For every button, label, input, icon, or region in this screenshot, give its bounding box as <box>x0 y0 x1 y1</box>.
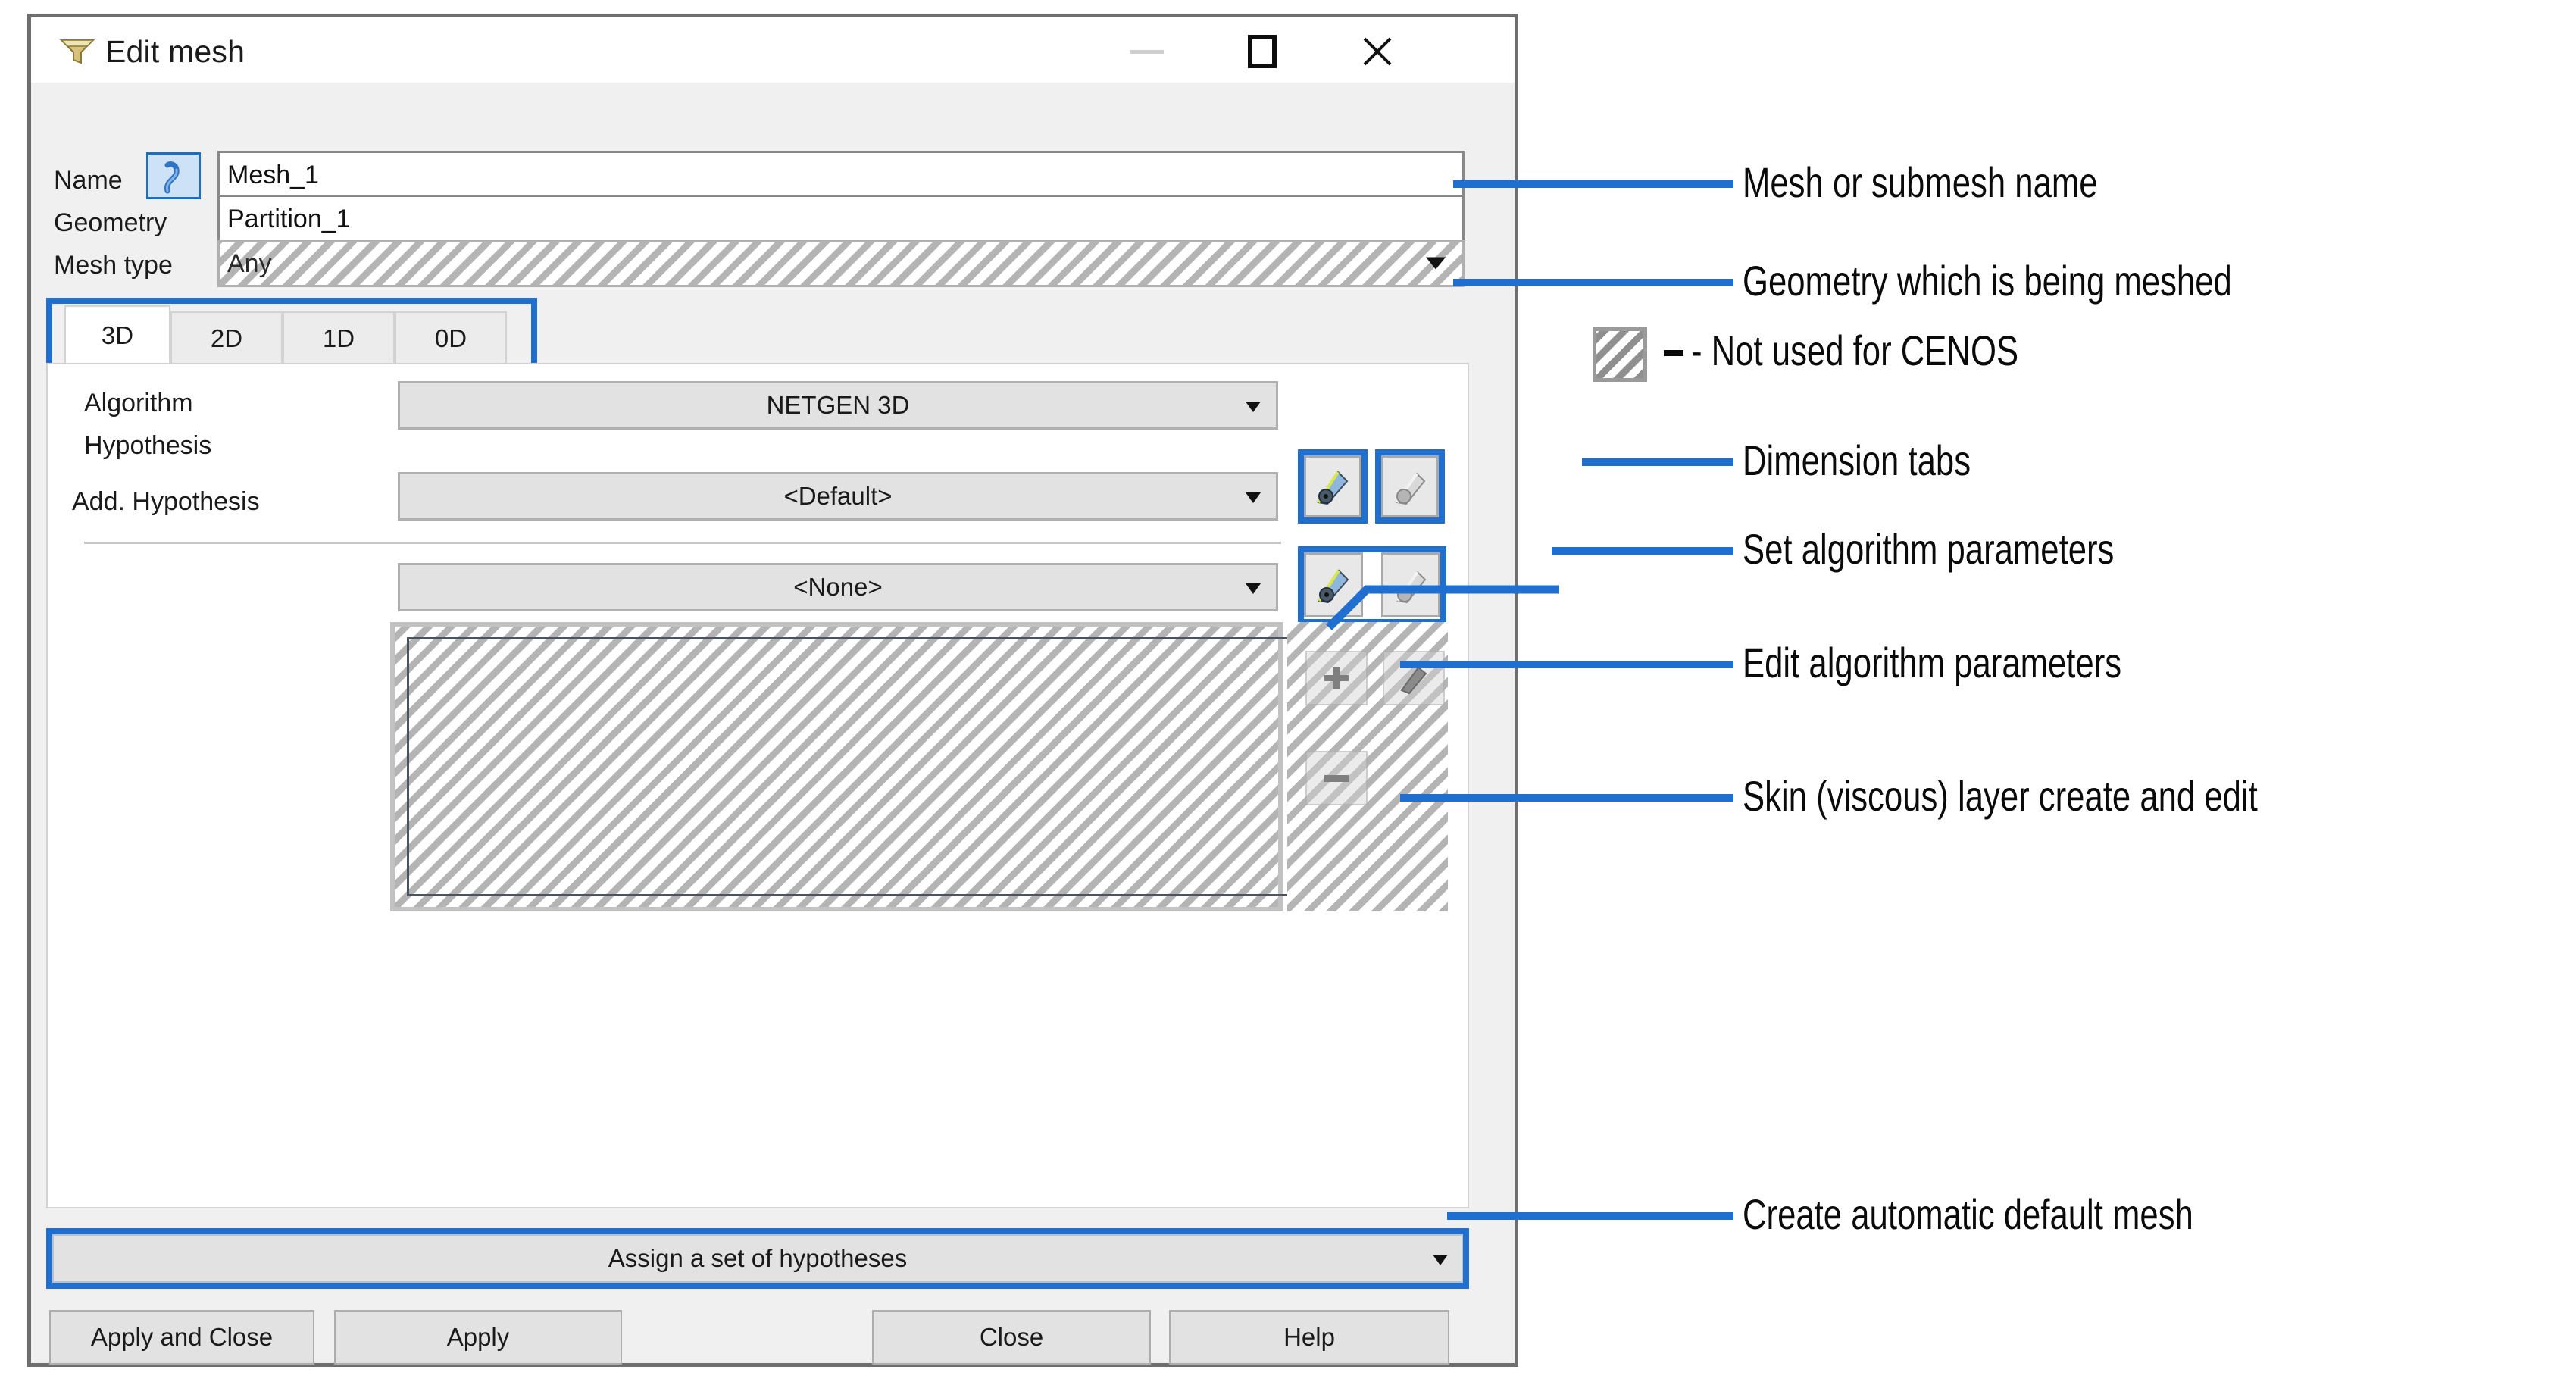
chevron-down-icon <box>1244 482 1262 511</box>
dialog-body: Name Mesh_1 Geometry Partition_1 Mesh ty… <box>31 83 1515 1365</box>
annotation-line-tabs <box>1582 458 1733 466</box>
tab-2d-label: 2D <box>210 324 243 352</box>
annotation-geometry: Geometry which is being meshed <box>1743 257 2232 305</box>
hypothesis-select[interactable]: <Default> <box>398 472 1278 521</box>
mesh-type-value: Any <box>227 249 272 278</box>
help-label: Help <box>1283 1323 1335 1351</box>
hypothesis-label: Hypothesis <box>84 431 212 460</box>
add-hypothesis-label: Add. Hypothesis <box>72 487 260 516</box>
panel-divider <box>84 542 1281 544</box>
tab-0d[interactable]: 0D <box>395 311 507 366</box>
close-label: Close <box>979 1323 1044 1351</box>
edit-algorithm-params-button[interactable] <box>1381 455 1439 517</box>
add-hypothesis-select[interactable]: <None> <box>398 563 1278 611</box>
skin-layer-edit-button[interactable] <box>1381 552 1440 617</box>
annotation-name: Mesh or submesh name <box>1743 158 2098 206</box>
plus-icon <box>1324 667 1349 689</box>
maximize-icon <box>1248 35 1277 68</box>
annotation-tabs: Dimension tabs <box>1743 436 1971 484</box>
tab-panel-3d: Algorithm NETGEN 3D Hypothesis <Default> <box>46 363 1469 1208</box>
name-label: Name <box>54 166 123 195</box>
annotation-line-skin-layer <box>1400 794 1733 802</box>
mesh-type-label: Mesh type <box>54 251 173 280</box>
skin-layer-create-button[interactable] <box>1304 552 1363 617</box>
annotation-set-params: Set algorithm parameters <box>1743 525 2115 573</box>
close-dialog-button[interactable]: Close <box>872 1310 1151 1365</box>
annotation-edit-params: Edit algorithm parameters <box>1743 639 2122 686</box>
annotation-line-edit-params <box>1400 661 1733 668</box>
minimize-button[interactable] <box>1107 33 1187 70</box>
chevron-down-icon <box>1424 249 1447 279</box>
annotation-line-set-params <box>1552 547 1733 555</box>
window-title: Edit mesh <box>105 34 245 69</box>
algorithm-select[interactable]: NETGEN 3D <box>398 381 1278 430</box>
name-input[interactable]: Mesh_1 <box>217 151 1465 199</box>
add-hypothesis-value: <None> <box>793 573 883 601</box>
annotation-cenos: - Not used for CENOS <box>1691 327 2019 374</box>
gear-edit-icon <box>1396 472 1426 505</box>
dimension-tabs: 3D 2D 1D 0D <box>46 302 531 366</box>
name-value: Mesh_1 <box>227 160 319 189</box>
tab-1d-label: 1D <box>322 324 355 352</box>
minimize-icon <box>1130 49 1164 54</box>
hypothesis-list[interactable] <box>390 622 1290 911</box>
minus-icon <box>1324 775 1349 782</box>
assign-hypotheses-label: Assign a set of hypotheses <box>608 1244 908 1272</box>
edit-mesh-dialog: Edit mesh Name Mesh_1 Geometry Partition… <box>27 14 1518 1367</box>
hypothesis-value: <Default> <box>783 482 893 510</box>
geometry-label: Geometry <box>54 208 167 237</box>
list-remove-button[interactable] <box>1305 751 1368 805</box>
mesh-select-icon-button[interactable] <box>146 152 201 199</box>
tab-0d-label: 0D <box>434 324 467 352</box>
list-edit-button[interactable] <box>1383 651 1445 705</box>
maximize-button[interactable] <box>1222 33 1302 70</box>
annotation-skin-layer: Skin (viscous) layer create and edit <box>1743 772 2258 820</box>
help-button[interactable]: Help <box>1169 1310 1449 1365</box>
close-icon <box>1363 37 1392 66</box>
mesh-type-select[interactable]: Any <box>217 240 1465 287</box>
annotation-dash <box>1664 350 1683 356</box>
tab-3d-label: 3D <box>101 321 134 349</box>
cenos-hatch-swatch <box>1593 327 1647 382</box>
chevron-down-icon <box>1244 573 1262 602</box>
geometry-value: Partition_1 <box>227 204 351 233</box>
hypothesis-list-inner <box>407 637 1290 896</box>
annotation-line-auto-mesh <box>1447 1212 1733 1220</box>
apply-label: Apply <box>446 1323 510 1351</box>
apply-and-close-button[interactable]: Apply and Close <box>49 1310 314 1365</box>
geometry-input[interactable]: Partition_1 <box>217 195 1465 243</box>
mesh-funnel-icon <box>59 37 95 66</box>
close-button[interactable] <box>1337 33 1418 70</box>
list-add-button[interactable] <box>1305 651 1368 705</box>
annotation-line-geometry <box>1453 279 1733 286</box>
chevron-down-icon <box>1431 1244 1449 1273</box>
apply-button[interactable]: Apply <box>334 1310 622 1365</box>
set-algorithm-params-button[interactable] <box>1304 455 1361 517</box>
annotation-auto-mesh: Create automatic default mesh <box>1743 1190 2193 1238</box>
chevron-down-icon <box>1244 391 1262 420</box>
gear-plus-icon <box>1317 471 1349 505</box>
title-bar: Edit mesh <box>31 17 1515 83</box>
tab-3d[interactable]: 3D <box>64 305 170 366</box>
annotation-line-name <box>1453 180 1733 188</box>
assign-hypotheses-highlight: Assign a set of hypotheses <box>46 1228 1469 1289</box>
algorithm-value: NETGEN 3D <box>766 391 910 419</box>
algorithm-label: Algorithm <box>84 389 193 417</box>
gear-edit-icon <box>1396 571 1427 604</box>
apply-and-close-label: Apply and Close <box>90 1323 274 1351</box>
gear-plus-icon <box>1318 569 1349 604</box>
tab-1d[interactable]: 1D <box>283 311 395 366</box>
mesh-select-icon <box>164 161 180 194</box>
tab-2d[interactable]: 2D <box>170 311 283 366</box>
assign-hypotheses-button[interactable]: Assign a set of hypotheses <box>52 1234 1463 1283</box>
